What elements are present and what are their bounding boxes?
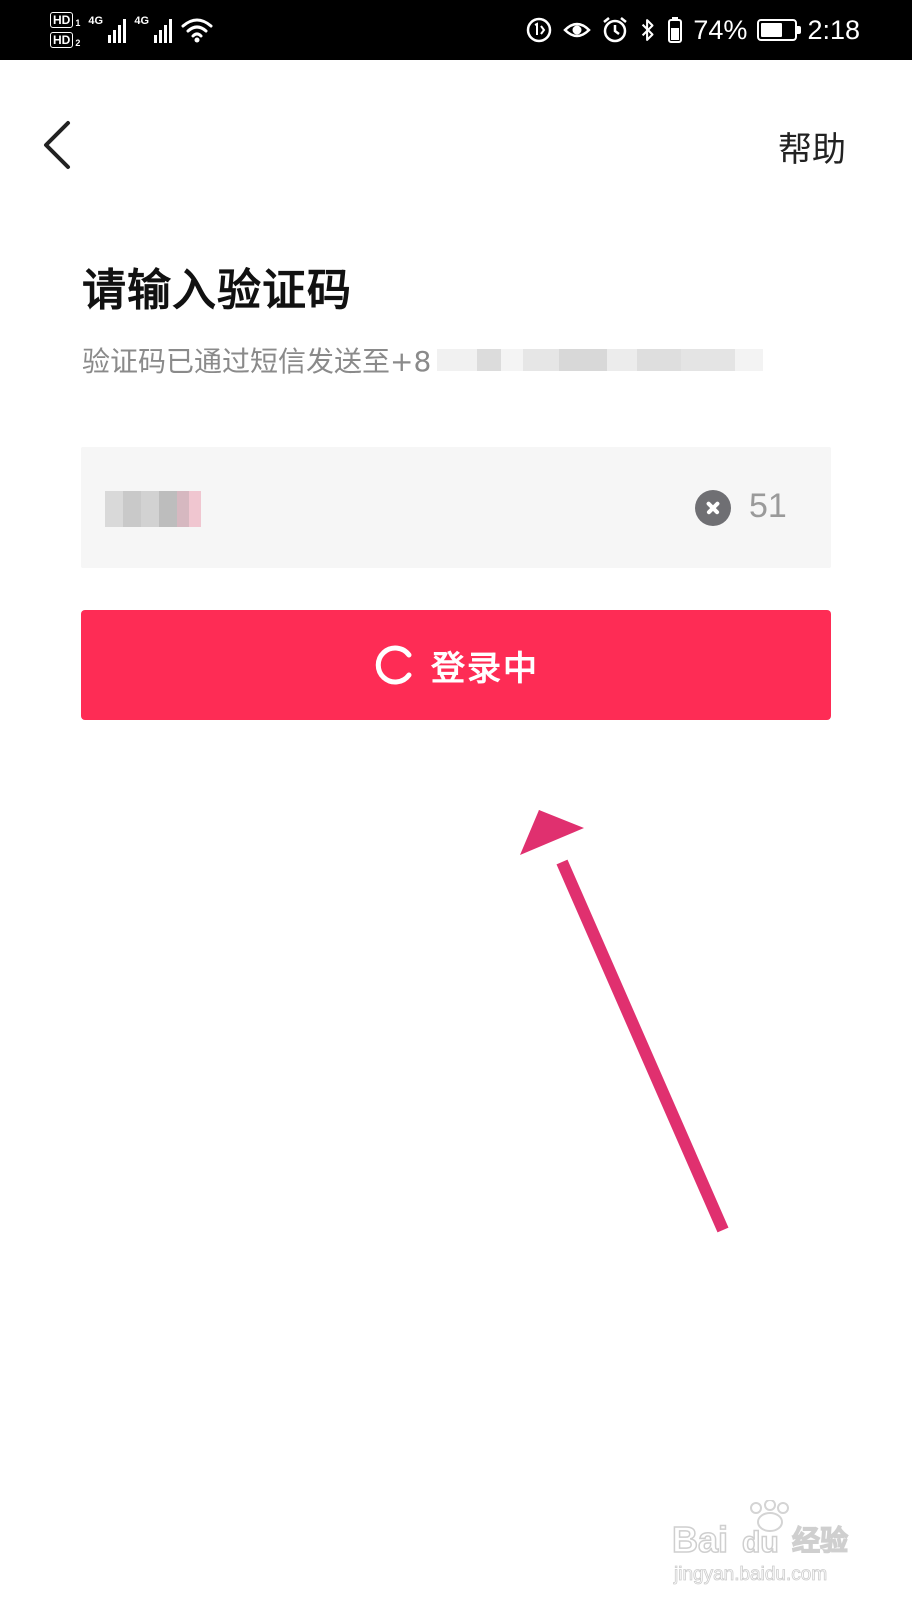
code-value-masked [105, 489, 201, 529]
login-button[interactable]: 登录中 [81, 610, 831, 720]
signal-icon-1: 4G [88, 15, 127, 43]
watermark-brand2: du [742, 1526, 779, 1559]
sim-data-icon [527, 17, 552, 43]
hd-label-1: HD [50, 12, 74, 28]
sms-sent-text: 验证码已通过短信发送至+8 [82, 345, 432, 378]
status-bar-right: 74% 2:18 [525, 0, 860, 60]
wifi-icon [181, 18, 213, 43]
loading-spinner-icon [375, 645, 412, 685]
battery-percent: 74% [693, 14, 748, 45]
battery-icon [757, 19, 802, 41]
network-label-1: 4G [88, 15, 104, 27]
resend-countdown: 51 [749, 487, 787, 525]
alarm-icon [603, 17, 628, 43]
masked-phone-number [437, 347, 764, 373]
help-link[interactable]: 帮助 [778, 122, 846, 171]
bluetooth-icon [642, 19, 654, 41]
back-button[interactable] [38, 115, 78, 175]
login-button-label: 登录中 [431, 648, 539, 689]
battery-small-icon [668, 17, 683, 43]
watermark-url: jingyan.baidu.com [673, 1564, 827, 1585]
status-bar: HD 1 HD 2 4G 4G 74% 2:18 [0, 0, 912, 60]
baidu-paw-logo: Bai du 经验 jingyan.baidu.com [671, 1499, 849, 1585]
signal-icon-2: 4G [134, 15, 173, 43]
hd-indicator-1: HD 1 [50, 12, 80, 28]
clear-icon[interactable] [695, 490, 731, 526]
hd-sub-1: 1 [75, 18, 81, 28]
watermark-brand: Bai [672, 1519, 728, 1560]
hd-sub-2: 2 [75, 38, 81, 48]
baidu-jingyan-watermark: Bai du 经验 jingyan.baidu.com [670, 1499, 860, 1590]
hd-indicators: HD 1 HD 2 [50, 12, 80, 48]
hd-label-2: HD [50, 32, 74, 48]
hd-indicator-2: HD 2 [50, 32, 80, 48]
eye-icon [563, 22, 592, 38]
page-title: 请输入验证码 [82, 265, 352, 316]
status-bar-left: HD 1 HD 2 4G 4G [50, 6, 214, 54]
annotation-arrow [520, 810, 729, 1233]
sms-sent-notice: 验证码已通过短信发送至+8 [82, 340, 764, 380]
network-label-2: 4G [134, 15, 150, 27]
verification-code-input[interactable]: 51 [81, 447, 831, 568]
watermark-brand-cn: 经验 [792, 1524, 848, 1557]
clock: 2:18 [807, 14, 860, 45]
chevron-left-icon [44, 121, 70, 169]
battery-fill [761, 23, 783, 37]
